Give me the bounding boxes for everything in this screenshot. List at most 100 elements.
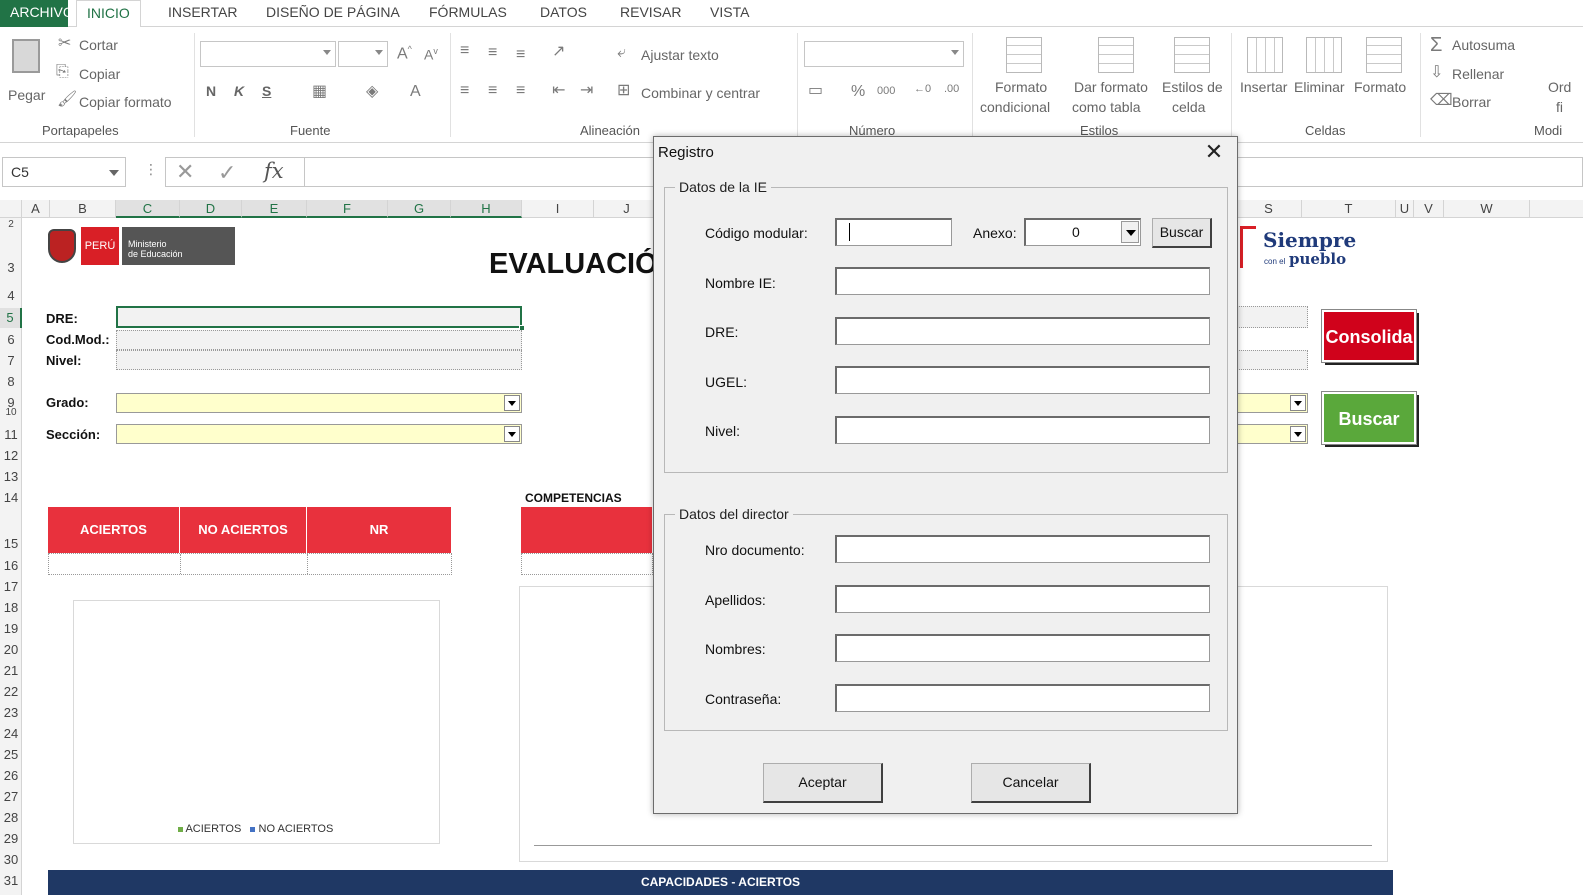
close-icon[interactable]: ✕ <box>1199 141 1229 165</box>
insert-cells-button[interactable]: Insertar <box>1238 35 1292 119</box>
tab-diseno-pagina[interactable]: DISEÑO DE PÁGINA <box>256 0 410 27</box>
select-all-corner[interactable] <box>0 200 22 218</box>
seccion-select[interactable] <box>116 424 522 444</box>
consolida-button[interactable]: Consolida <box>1321 309 1417 363</box>
paste-button[interactable]: Pegar <box>4 35 48 115</box>
row-header[interactable]: 30 <box>0 852 22 867</box>
column-header[interactable]: F <box>307 200 388 218</box>
row-header[interactable]: 6 <box>0 332 22 347</box>
borders-icon[interactable]: ▦ <box>312 84 327 100</box>
align-top-icon[interactable]: ≡ <box>460 43 469 59</box>
row-header[interactable]: 27 <box>0 789 22 804</box>
nivel-cell[interactable] <box>116 350 522 370</box>
fill-color-icon[interactable]: ◈ <box>366 84 378 100</box>
anexo-select[interactable]: 0 <box>1024 218 1141 246</box>
fill-button[interactable]: Rellenar <box>1452 66 1504 82</box>
format-cells-button[interactable]: Formato <box>1354 35 1414 119</box>
tab-insertar[interactable]: INSERTAR <box>158 0 248 27</box>
row-header[interactable]: 3 <box>0 260 22 275</box>
right-select-2[interactable] <box>1236 424 1308 444</box>
chevron-down-icon[interactable] <box>1121 221 1139 243</box>
column-header[interactable]: W <box>1444 200 1530 218</box>
tab-vista[interactable]: VISTA <box>700 0 759 27</box>
row-header[interactable]: 13 <box>0 469 22 484</box>
row-header[interactable]: 11 <box>0 427 22 442</box>
pie-chart-area[interactable]: ACIERTOS NO ACIERTOS <box>73 600 440 844</box>
decrease-decimal-icon[interactable]: .00 <box>944 84 959 95</box>
row-header[interactable]: 23 <box>0 705 22 720</box>
dre-input[interactable] <box>835 317 1210 345</box>
cancel-icon[interactable]: ✕ <box>176 159 194 185</box>
row-header[interactable]: 2 <box>0 220 22 232</box>
align-left-icon[interactable]: ≡ <box>460 83 469 99</box>
currency-icon[interactable]: ▭ <box>808 83 823 99</box>
column-header[interactable]: D <box>180 200 242 218</box>
row-header[interactable]: 29 <box>0 831 22 846</box>
nivel-input[interactable] <box>835 416 1210 444</box>
increase-font-icon[interactable]: A^ <box>397 45 412 62</box>
buscar-sheet-button[interactable]: Buscar <box>1321 391 1417 445</box>
underline-button[interactable]: S <box>262 83 271 99</box>
doc-input[interactable] <box>835 535 1210 563</box>
tab-revisar[interactable]: REVISAR <box>610 0 691 27</box>
column-header[interactable]: G <box>388 200 451 218</box>
row-header[interactable]: 18 <box>0 600 22 615</box>
percent-icon[interactable]: % <box>851 84 865 100</box>
wrap-text-button[interactable]: Ajustar texto <box>641 47 719 63</box>
increase-decimal-icon[interactable]: ←0 <box>914 84 931 95</box>
cut-button[interactable]: Cortar <box>79 37 118 53</box>
tab-datos[interactable]: DATOS <box>530 0 597 27</box>
align-center-icon[interactable]: ≡ <box>488 83 497 99</box>
align-middle-icon[interactable]: ≡ <box>488 45 497 61</box>
delete-cells-button[interactable]: Eliminar <box>1294 35 1354 119</box>
row-header[interactable]: 17 <box>0 579 22 594</box>
row-header[interactable]: 24 <box>0 726 22 741</box>
row-header[interactable]: 21 <box>0 663 22 678</box>
cell-styles-button[interactable]: Estilos de celda <box>1160 35 1226 119</box>
tab-formulas[interactable]: FÓRMULAS <box>419 0 517 27</box>
align-right-icon[interactable]: ≡ <box>516 83 525 99</box>
column-header[interactable]: V <box>1414 200 1444 218</box>
right-select-1[interactable] <box>1236 393 1308 413</box>
decrease-font-icon[interactable]: Av <box>424 47 438 62</box>
bold-button[interactable]: N <box>206 83 216 99</box>
password-input[interactable] <box>835 684 1210 712</box>
format-as-table-button[interactable]: Dar formato como tabla <box>1072 35 1158 119</box>
column-header[interactable]: I <box>522 200 594 218</box>
font-size-select[interactable] <box>338 41 388 67</box>
sort-filter-label[interactable]: Ord <box>1548 79 1571 95</box>
column-header[interactable]: H <box>451 200 522 218</box>
tab-archivo[interactable]: ARCHIVO <box>0 0 74 27</box>
nombres-input[interactable] <box>835 634 1210 662</box>
fx-icon[interactable]: fx <box>264 159 284 183</box>
merge-center-button[interactable]: Combinar y centrar <box>641 85 760 101</box>
italic-button[interactable]: K <box>234 83 244 99</box>
enter-icon[interactable]: ✓ <box>218 160 236 186</box>
column-header[interactable]: E <box>242 200 307 218</box>
name-box[interactable]: C5 <box>2 157 126 187</box>
row-header[interactable]: 14 <box>0 490 22 505</box>
clear-button[interactable]: Borrar <box>1452 94 1491 110</box>
column-header[interactable]: T <box>1302 200 1396 218</box>
font-color-icon[interactable]: A <box>410 84 421 100</box>
codmod-cell[interactable] <box>116 330 522 350</box>
column-header[interactable]: C <box>116 200 180 218</box>
buscar-button[interactable]: Buscar <box>1152 218 1212 248</box>
font-family-select[interactable] <box>200 41 336 67</box>
row-header[interactable]: 7 <box>0 353 22 368</box>
chevron-down-icon[interactable] <box>1290 426 1306 442</box>
column-header[interactable]: U <box>1396 200 1414 218</box>
chevron-down-icon[interactable] <box>504 395 520 411</box>
right-cell-2[interactable] <box>1236 350 1308 370</box>
format-painter-button[interactable]: Copiar formato <box>79 94 172 110</box>
tab-inicio[interactable]: INICIO <box>76 0 141 28</box>
align-bottom-icon[interactable]: ≡ <box>516 47 525 63</box>
indent-icon[interactable]: ⇥ <box>580 83 593 99</box>
thousands-icon[interactable]: 000 <box>877 86 895 97</box>
row-header[interactable]: 20 <box>0 642 22 657</box>
apellidos-input[interactable] <box>835 585 1210 613</box>
row-header[interactable]: 15 <box>0 536 22 551</box>
row-header[interactable]: 26 <box>0 768 22 783</box>
nombre-ie-input[interactable] <box>835 267 1210 295</box>
row-header[interactable]: 31 <box>0 873 22 888</box>
